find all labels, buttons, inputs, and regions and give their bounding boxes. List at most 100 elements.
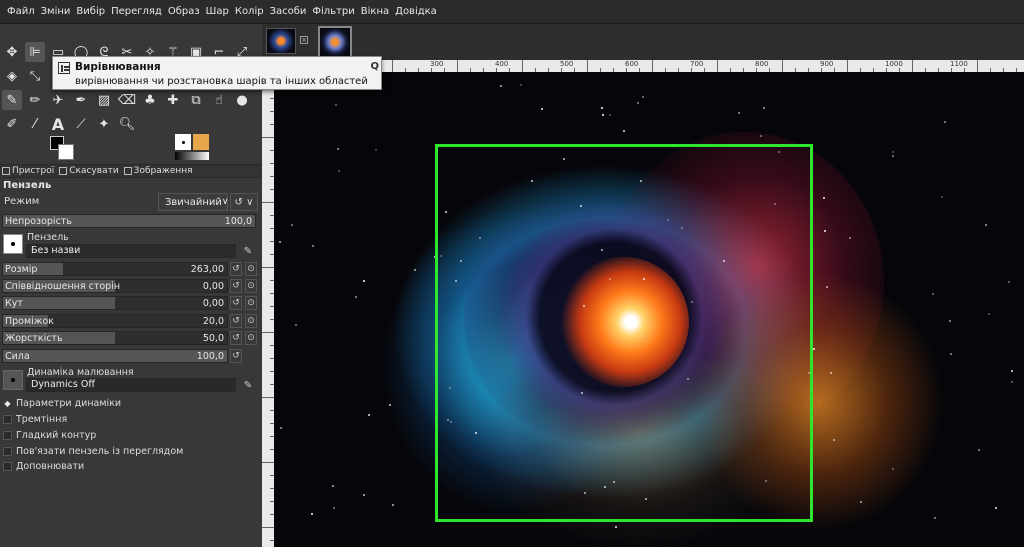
menu-windows[interactable]: Вікна [358,0,392,24]
tool-options-title: Пензель [3,180,52,191]
menu-select[interactable]: Вибір [73,0,108,24]
incremental-checkbox[interactable]: Доповнювати [3,461,84,472]
angle-link-icon[interactable]: ⊙ [245,296,257,310]
spacing-slider[interactable]: Проміжок 20,0 [2,314,228,328]
star [932,293,934,295]
menu-filters[interactable]: Фільтри [309,0,357,24]
eraser-tool-icon[interactable]: ⌫ [117,90,137,110]
handle-transform-tool-icon[interactable]: ✦ [94,114,114,134]
airbrush-tool-icon[interactable]: ✈ [48,90,68,110]
ruler-tick [652,60,653,72]
ruler-tick [977,60,978,72]
measure-tool-icon[interactable]: ⟋ [71,114,91,134]
star [849,237,851,239]
menu-image[interactable]: Образ [165,0,203,24]
star [823,197,825,199]
menu-bar: Файл Зміни Вибір Перегляд Образ Шар Колі… [0,0,1024,24]
devices-icon [2,167,10,175]
brush-edit-icon[interactable]: ✎ [240,244,256,258]
star [332,485,334,487]
star [368,414,370,416]
tab-undo[interactable]: Скасувати [57,166,121,176]
star [623,130,625,132]
aspect-reset-icon[interactable]: ↺ [230,279,242,293]
menu-file[interactable]: Файл [4,0,38,24]
image-tab-thumbnail-1[interactable] [266,28,296,54]
menu-layer[interactable]: Шар [203,0,232,24]
mode-reset-button[interactable]: ↺ ∨ [230,193,258,211]
image-canvas[interactable] [274,72,1024,547]
star [988,313,990,315]
ruler-tick [262,397,274,398]
size-reset-icon[interactable]: ↺ [230,262,242,276]
ink-tool-icon[interactable]: ✒ [71,90,91,110]
tab-images[interactable]: Зображення [122,166,196,176]
star [941,196,943,198]
aspect-link-icon[interactable]: ⊙ [245,279,257,293]
mypaint-brush-tool-icon[interactable]: ▨ [94,90,114,110]
opacity-slider[interactable]: Непрозорість 100,0 [2,214,256,228]
zoom-tool-icon[interactable]: 🔍︎ [117,114,137,134]
heal-tool-icon[interactable]: ✚ [163,90,183,110]
star [892,151,894,153]
scale-tool-icon[interactable]: ⤡ [25,66,45,86]
star [738,112,740,114]
spacing-link-icon[interactable]: ⊙ [245,314,257,328]
selection-rectangle[interactable] [435,144,813,522]
star [826,286,828,288]
lock-brush-view-checkbox[interactable]: Пов'язати пензель із переглядом [3,446,183,457]
vertical-ruler [262,72,274,547]
menu-colors[interactable]: Колір [232,0,267,24]
brush-thumbnail[interactable] [3,234,23,254]
color-picker-tool-icon[interactable]: ⁄ [25,114,45,134]
perspective-clone-tool-icon[interactable]: ⧉ [186,90,206,110]
align-tool-icon[interactable]: ⊫ [25,42,45,62]
jitter-checkbox[interactable]: Тремтіння [3,414,67,425]
clone-tool-icon[interactable]: ♣ [140,90,160,110]
hardness-slider[interactable]: Жорсткість 50,0 [2,331,228,345]
warp-tool-icon[interactable]: ◈ [2,66,22,86]
gradient-preview[interactable] [175,152,209,160]
star [363,280,365,282]
paintbrush-tool-icon[interactable]: ✎ [2,90,22,110]
menu-tools[interactable]: Засоби [267,0,310,24]
ruler-label: 1000 [885,60,903,68]
ruler-tick [717,60,718,72]
background-color-swatch[interactable] [58,144,74,160]
images-icon [123,167,132,175]
tab-devices[interactable]: Пристрої [0,166,57,176]
pencil-tool-icon[interactable]: ✏ [25,90,45,110]
hardness-link-icon[interactable]: ⊙ [245,331,257,345]
paths-tool-icon[interactable]: ✐ [2,114,22,134]
move-tool-icon[interactable]: ✥ [2,42,22,62]
dynamics-thumbnail[interactable] [3,370,23,390]
align-icon [58,62,70,74]
smooth-stroke-checkbox[interactable]: Гладкий контур [3,430,96,441]
smudge-tool-icon[interactable]: ☝ [209,90,229,110]
hardness-reset-icon[interactable]: ↺ [230,331,242,345]
menu-edit[interactable]: Зміни [38,0,74,24]
size-link-icon[interactable]: ⊙ [245,262,257,276]
force-slider[interactable]: Сила 100,0 [2,349,228,363]
force-reset-icon[interactable]: ↺ [230,349,242,363]
angle-slider[interactable]: Кут 0,00 [2,296,228,310]
image-tab-thumbnail-2[interactable] [318,26,352,58]
spacing-reset-icon[interactable]: ↺ [230,314,242,328]
brush-preview[interactable] [175,134,191,150]
angle-reset-icon[interactable]: ↺ [230,296,242,310]
dynamics-options-expander[interactable]: ◆ Параметри динаміки [3,398,121,409]
menu-help[interactable]: Довідка [392,0,440,24]
close-icon[interactable]: × [300,36,308,44]
pattern-preview[interactable] [193,134,209,150]
dynamics-edit-icon[interactable]: ✎ [240,378,256,392]
size-slider[interactable]: Розмір 263,00 [2,262,228,276]
star [333,507,335,509]
dodge-burn-tool-icon[interactable]: ● [232,90,252,110]
menu-view[interactable]: Перегляд [108,0,165,24]
star [295,324,297,326]
dynamics-field[interactable]: Dynamics Off [26,378,236,392]
text-tool-icon[interactable]: A [48,114,68,134]
aspect-ratio-slider[interactable]: Співвідношення сторін 0,00 [2,279,228,293]
mode-select[interactable]: Звичайний ∨ [158,193,228,211]
brush-name-field[interactable]: Без назви [26,244,236,258]
